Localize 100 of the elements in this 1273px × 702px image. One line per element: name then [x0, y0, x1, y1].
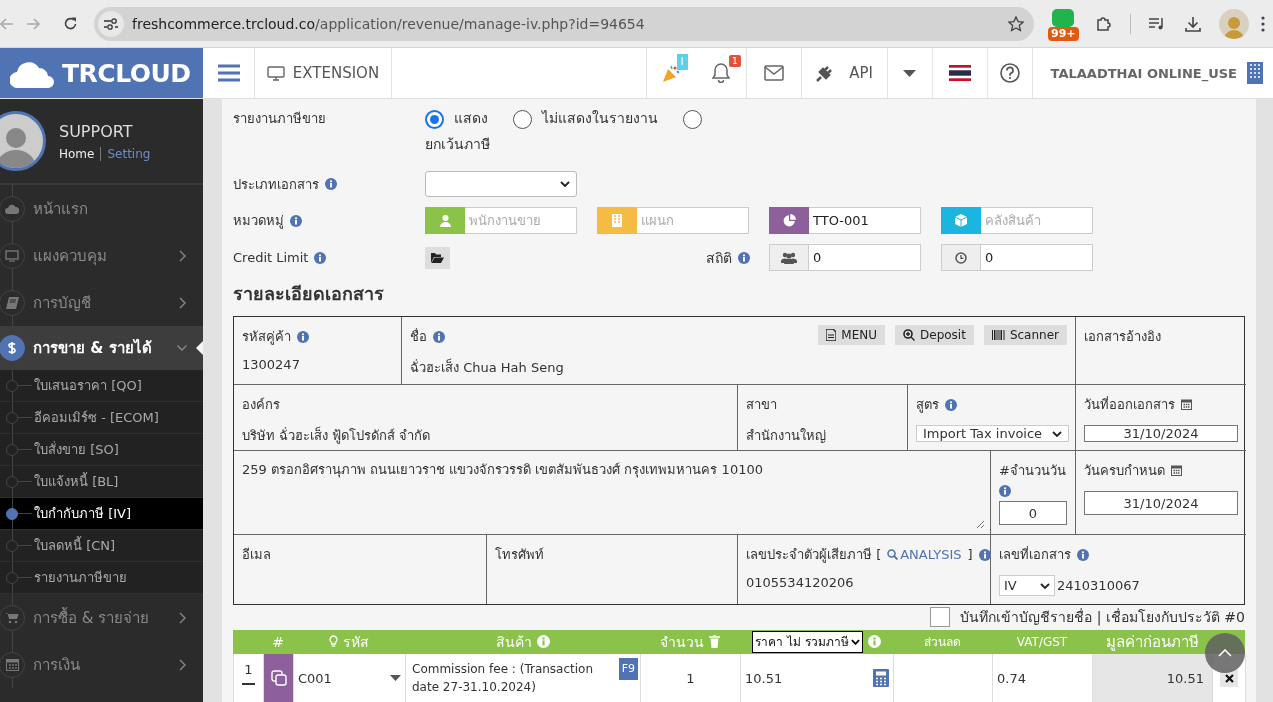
mail-icon[interactable] — [763, 65, 784, 81]
pie-chart-icon — [782, 214, 796, 227]
building-icon[interactable] — [1247, 62, 1263, 84]
sidebar-subitem[interactable]: ใบลดหนี้ [CN] — [0, 530, 203, 562]
caret-down-icon — [1040, 582, 1050, 589]
info-icon — [867, 635, 881, 649]
caret-down-icon[interactable] — [903, 69, 917, 77]
field-label: ประเภทเอกสาร — [233, 175, 319, 194]
star-icon[interactable] — [1008, 15, 1024, 32]
toolbar-button[interactable]: Scanner — [983, 325, 1067, 345]
calendar-icon — [1171, 465, 1182, 476]
sidebar-subitem[interactable]: ใบเสนอราคา [QO] — [0, 370, 203, 402]
bell-icon[interactable] — [712, 63, 731, 83]
menu-icon[interactable] — [217, 64, 240, 82]
info-icon — [314, 251, 327, 264]
party-popper-icon[interactable] — [662, 64, 681, 82]
monitor-icon — [5, 249, 19, 262]
notification-badge: I — [676, 54, 688, 70]
sidebar-subitem[interactable]: ใบแจ้งหนี้ [BL] — [0, 466, 203, 498]
user-name: SUPPORT — [59, 121, 134, 141]
amount-value: 10.51 — [1166, 670, 1204, 686]
analysis-link[interactable]: ANALYSIS — [887, 547, 962, 562]
user-name[interactable]: TALAADTHAI ONLINE_USE — [1050, 65, 1237, 81]
address-bar[interactable]: freshcommerce.trcloud.co/application/revenue/manage-iv.php?id=94654 — [94, 6, 1034, 41]
column-header: มูลค่าก่อนภาษี — [1104, 631, 1200, 653]
input-field[interactable]: คลังสินค้า — [981, 207, 1093, 234]
sidebar-subitem[interactable]: อีคอมเมิร์ซ - [ECOM] — [0, 402, 203, 434]
cube-icon — [955, 214, 967, 227]
puzzle-icon[interactable] — [1096, 15, 1112, 32]
users-icon — [781, 251, 797, 264]
checkbox[interactable] — [930, 607, 951, 628]
document-icon — [826, 329, 837, 341]
building-icon — [612, 214, 622, 227]
field-label: ชื่อ — [410, 327, 427, 346]
radio-button[interactable] — [425, 109, 444, 129]
column-header: ส่วนลด — [923, 634, 962, 652]
field-label: #จำนวนวัน — [999, 462, 1066, 480]
copy-icon[interactable] — [270, 670, 287, 686]
field-label: Credit Limit — [233, 250, 309, 265]
sidebar-subitem[interactable]: ใบสั่งขาย [SO] — [0, 434, 203, 466]
input-field[interactable]: แผนก — [637, 207, 749, 234]
sidebar-subitem[interactable]: ใบกำกับภาษี [IV] — [0, 498, 203, 530]
column-header: VAT/GST — [1015, 633, 1069, 651]
sidebar-subitem[interactable]: รายงานภาษีขาย — [0, 562, 203, 594]
folder-button[interactable] — [425, 246, 450, 269]
playlist-icon[interactable] — [1149, 16, 1165, 31]
field-label: อีเมล — [242, 546, 271, 564]
flag-icon[interactable] — [948, 65, 971, 81]
caret-down-icon — [1052, 430, 1062, 437]
api-link[interactable]: API — [801, 48, 888, 98]
row-number: 1 — [244, 662, 253, 677]
column-header: # — [271, 632, 285, 652]
price-mode-select[interactable]: ราคา ไม่ รวมภาษี — [752, 630, 863, 653]
input-field[interactable]: 0 — [809, 244, 921, 271]
app-logo[interactable]: TRCLOUD — [0, 48, 203, 98]
date-field[interactable]: 31/10/2024 — [1084, 491, 1238, 515]
toolbar-button[interactable]: Deposit — [895, 325, 974, 345]
product-code-select[interactable]: C001 — [294, 654, 406, 702]
download-icon[interactable] — [1185, 15, 1201, 32]
tune-icon[interactable] — [104, 17, 118, 30]
field-label: วันครบกำหนด — [1084, 462, 1165, 480]
input-field[interactable]: 0 — [981, 244, 1093, 271]
field-label: สูตร — [916, 396, 939, 415]
prefix-select[interactable]: IV — [999, 575, 1055, 596]
field-label: เอกสารอ้างอิง — [1084, 328, 1161, 346]
monitor-icon — [266, 65, 285, 81]
field-label: รายงานภาษีขาย — [233, 110, 327, 128]
formula-select[interactable]: Import Tax invoice — [916, 425, 1069, 442]
days-field[interactable]: 0 — [999, 501, 1067, 525]
sidebar-item[interactable]: การขาย & รายได้ — [0, 326, 203, 370]
price-field[interactable]: 10.51 — [745, 670, 783, 686]
setting-link[interactable]: Setting — [100, 146, 151, 161]
radio-label: ยกเว้นภาษี — [425, 136, 490, 152]
product-description-field[interactable]: Commission fee : (Transaction date 27-31.10.2024) — [412, 660, 614, 696]
dollar-icon — [7, 341, 17, 355]
input-field[interactable]: พนักงานขาย — [465, 207, 577, 234]
info-icon — [978, 548, 991, 561]
address-field[interactable]: 259 ตรอกอิศรานุภาพ ถนนเยาวราช แขวงจักรวรรดิ เขตสัมพันธวงศ์ กรุงเทพมหานคร 10100 — [238, 455, 986, 530]
checkbox-label: บันทึกเข้าบัญชีรายชื่อ | เชื่อมโยงกับประวัติ #0 — [960, 607, 1245, 628]
radio-button[interactable] — [512, 109, 532, 129]
input-field[interactable]: TTO-001 — [809, 207, 921, 234]
home-link[interactable]: Home — [59, 146, 95, 161]
calculator-icon[interactable] — [873, 669, 889, 687]
reload-icon[interactable] — [62, 16, 78, 31]
info-icon — [536, 635, 550, 649]
caret-up-icon — [1218, 649, 1232, 657]
date-field[interactable]: 31/10/2024 — [1084, 425, 1238, 442]
caret-down-icon — [850, 638, 860, 645]
notification-badge: 99+ — [1048, 26, 1079, 41]
cart-icon — [5, 611, 19, 624]
selection-pointer — [196, 341, 203, 355]
radio-button[interactable] — [682, 109, 702, 129]
resize-grip-icon[interactable] — [976, 520, 984, 528]
quantity-field[interactable]: 1 — [641, 654, 741, 702]
shortcut-badge[interactable]: F9 — [618, 658, 638, 680]
more-icon[interactable] — [1261, 15, 1265, 32]
help-icon[interactable] — [999, 63, 1020, 83]
field-value: 1300247 — [242, 357, 301, 372]
extension-button[interactable]: EXTENSION — [255, 48, 392, 98]
toolbar-button[interactable]: MENU — [818, 325, 885, 345]
